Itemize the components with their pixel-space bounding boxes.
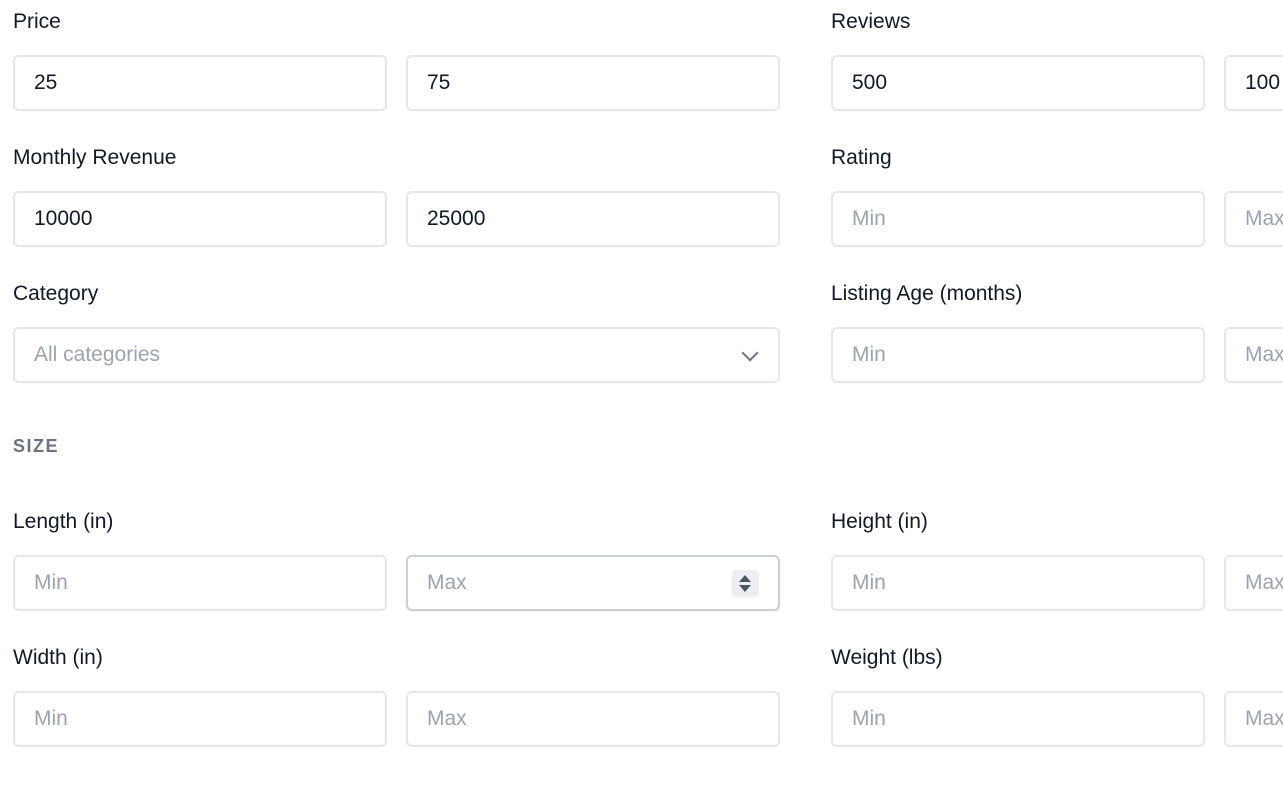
height-min-input[interactable] bbox=[831, 555, 1205, 611]
decrement-arrow-icon[interactable] bbox=[739, 585, 751, 592]
chevron-down-icon bbox=[741, 344, 759, 362]
monthly-revenue-max-input[interactable]: 25000 bbox=[406, 191, 780, 247]
rating-min-input[interactable] bbox=[831, 191, 1205, 247]
width-label: Width (in) bbox=[13, 646, 103, 669]
category-label: Category bbox=[13, 282, 99, 305]
listing-age-label: Listing Age (months) bbox=[831, 282, 1023, 305]
rating-label: Rating bbox=[831, 146, 892, 169]
width-min-input[interactable] bbox=[13, 691, 387, 747]
rating-max-input[interactable] bbox=[1224, 191, 1283, 247]
monthly-revenue-label: Monthly Revenue bbox=[13, 146, 177, 169]
weight-min-input[interactable] bbox=[831, 691, 1205, 747]
price-label: Price bbox=[13, 10, 61, 33]
price-max-input[interactable]: 75 bbox=[406, 55, 780, 111]
listing-age-max-input[interactable] bbox=[1224, 327, 1283, 383]
length-min-input[interactable] bbox=[13, 555, 387, 611]
width-max-input[interactable] bbox=[406, 691, 780, 747]
length-max-input[interactable] bbox=[406, 555, 780, 611]
reviews-label: Reviews bbox=[831, 10, 911, 33]
size-section-title: SIZE bbox=[13, 436, 60, 456]
listing-age-min-input[interactable] bbox=[831, 327, 1205, 383]
increment-arrow-icon[interactable] bbox=[739, 575, 751, 582]
weight-label: Weight (lbs) bbox=[831, 646, 943, 669]
reviews-min-input[interactable]: 500 bbox=[831, 55, 1205, 111]
height-label: Height (in) bbox=[831, 510, 928, 533]
number-stepper-icon[interactable] bbox=[732, 570, 759, 597]
filters-panel: Price 25 75 Monthly Revenue 10000 25000 … bbox=[0, 0, 1283, 800]
length-label: Length (in) bbox=[13, 510, 114, 533]
reviews-max-input[interactable]: 100 bbox=[1224, 55, 1283, 111]
weight-max-input[interactable] bbox=[1224, 691, 1283, 747]
price-min-input[interactable]: 25 bbox=[13, 55, 387, 111]
height-max-input[interactable] bbox=[1224, 555, 1283, 611]
category-select[interactable] bbox=[13, 327, 780, 383]
monthly-revenue-min-input[interactable]: 10000 bbox=[13, 191, 387, 247]
